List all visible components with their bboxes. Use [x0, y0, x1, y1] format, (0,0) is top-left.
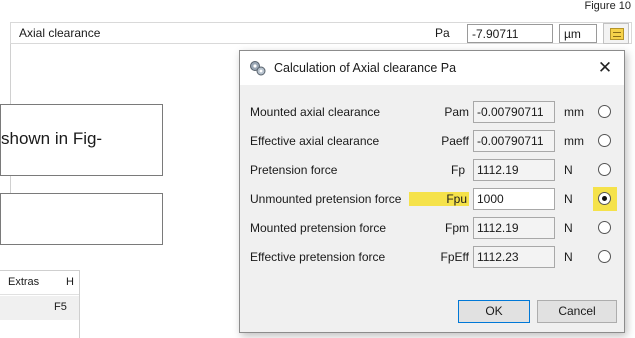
calc-row-symbol: Fpm [445, 221, 469, 235]
axial-clearance-symbol: Pa [435, 26, 450, 40]
calc-row-symbol: Fpu [409, 192, 469, 206]
gears-icon [250, 61, 266, 76]
calc-row-radio[interactable] [598, 192, 611, 205]
document-text-box: shown in Fig- [0, 104, 163, 176]
calculation-dialog: Calculation of Axial clearance Pa ✕ Moun… [239, 50, 625, 333]
calc-row-value-input[interactable]: 1000 [473, 188, 555, 210]
calc-row-radio[interactable] [598, 163, 611, 176]
calc-row: Effective axial clearance Paeff -0.0079071… [240, 129, 624, 153]
calc-row: Pretension force Fp 1112.19 N [240, 158, 624, 182]
divider [10, 175, 11, 193]
calc-row-label: Unmounted pretension force [250, 192, 402, 206]
calc-row-radio[interactable] [598, 221, 611, 234]
calc-row-label: Mounted axial clearance [250, 105, 381, 119]
calc-row-value-input[interactable]: -0.00790711 [473, 101, 555, 123]
calc-row-value-input[interactable]: -0.00790711 [473, 130, 555, 152]
calculator-icon [610, 28, 624, 40]
document-text-box-empty [0, 193, 163, 245]
menu-bar: Extras H [0, 271, 79, 295]
axial-clearance-unit[interactable]: µm [559, 24, 597, 43]
calc-row-radio[interactable] [598, 134, 611, 147]
calc-row-symbol: Pam [444, 105, 469, 119]
calc-row-label: Effective axial clearance [250, 134, 380, 148]
document-text-fragment: shown in Fig- [1, 129, 103, 148]
axial-clearance-label: Axial clearance [19, 26, 101, 40]
ok-button[interactable]: OK [458, 300, 530, 323]
calc-row-radio[interactable] [598, 105, 611, 118]
calc-row-unit: N [564, 192, 573, 206]
calc-row: Mounted axial clearance Pam -0.00790711 mm [240, 100, 624, 124]
dialog-title: Calculation of Axial clearance Pa [274, 61, 457, 75]
calc-row-label: Effective pretension force [250, 250, 386, 264]
calc-row-label: Pretension force [250, 163, 338, 177]
calc-row-unit: N [564, 221, 573, 235]
menu-help[interactable]: H [66, 276, 74, 288]
calc-row-symbol: FpEff [440, 250, 469, 264]
close-icon: ✕ [597, 58, 613, 77]
divider [10, 44, 11, 104]
close-button[interactable]: ✕ [592, 55, 618, 81]
calc-row-value-input[interactable]: 1112.23 [473, 246, 555, 268]
axial-clearance-row: Axial clearance Pa -7.90711 µm [10, 22, 632, 44]
calc-row-unit: mm [564, 105, 584, 119]
cancel-button[interactable]: Cancel [537, 300, 617, 323]
calculate-button[interactable] [603, 23, 629, 44]
menu-fragment: Extras H F5 [0, 270, 80, 338]
menu-shortcut: F5 [54, 301, 67, 313]
calc-row-symbol: Fp [450, 163, 465, 177]
calc-row-label: Mounted pretension force [250, 221, 387, 235]
figure-label: Figure 10 [584, 0, 631, 12]
menu-extras[interactable]: Extras [8, 276, 39, 288]
dialog-title-bar: Calculation of Axial clearance Pa ✕ [240, 51, 624, 85]
calc-row: Effective pretension force FpEff 1112.23 N [240, 245, 624, 269]
axial-clearance-input[interactable]: -7.90711 [467, 24, 553, 43]
calc-row-unit: mm [564, 134, 584, 148]
calc-row: Mounted pretension force Fpm 1112.19 N [240, 216, 624, 240]
calc-row-radio[interactable] [598, 250, 611, 263]
calc-row-unit: N [564, 163, 573, 177]
calc-row-value-input[interactable]: 1112.19 [473, 217, 555, 239]
calc-row-symbol: Paeff [441, 134, 469, 148]
menu-item[interactable]: F5 [0, 296, 79, 320]
calc-row-value-input[interactable]: 1112.19 [473, 159, 555, 181]
calc-row-unit: N [564, 250, 573, 264]
calc-row: Unmounted pretension force Fpu 1000 N [240, 187, 624, 211]
